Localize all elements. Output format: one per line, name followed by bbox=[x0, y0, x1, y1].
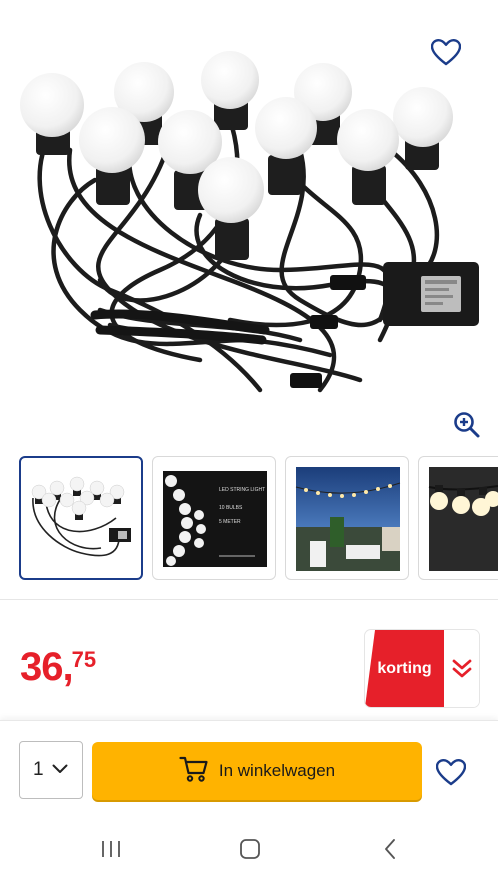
add-to-cart-button[interactable]: In winkelwagen bbox=[92, 742, 422, 800]
product-page: LED STRING LIGHT 10 BULBS 5 METER 36 , 7… bbox=[0, 0, 498, 876]
price: 36 , 75 bbox=[20, 647, 96, 687]
section-divider bbox=[0, 599, 498, 600]
thumbnail-1[interactable] bbox=[19, 456, 143, 580]
system-navigation-bar bbox=[0, 820, 498, 876]
shopping-cart-icon bbox=[179, 756, 209, 787]
thumbnail-4[interactable] bbox=[418, 456, 498, 580]
thumb-text-1: LED STRING LIGHT bbox=[219, 487, 265, 493]
sticky-cart-bar: 1 In winkelwagen bbox=[0, 720, 498, 820]
back-icon[interactable] bbox=[370, 834, 410, 864]
korting-label: korting bbox=[365, 630, 444, 707]
product-image-area bbox=[0, 0, 498, 445]
price-cents: 75 bbox=[71, 647, 97, 672]
thumbnail-strip: LED STRING LIGHT 10 BULBS 5 METER bbox=[0, 456, 498, 582]
home-icon[interactable] bbox=[230, 834, 270, 864]
wishlist-heart-icon[interactable] bbox=[428, 34, 464, 70]
power-adapter bbox=[383, 262, 479, 326]
double-chevron-down-icon bbox=[444, 630, 479, 707]
thumb-text-2: 10 BULBS bbox=[219, 505, 243, 511]
add-to-cart-label: In winkelwagen bbox=[218, 761, 336, 780]
thumbnail-3[interactable] bbox=[285, 456, 409, 580]
price-euros: 36 bbox=[20, 645, 63, 689]
chevron-down-icon bbox=[52, 761, 68, 779]
thumb-text-3: 5 METER bbox=[219, 519, 241, 525]
zoom-in-icon[interactable] bbox=[452, 410, 482, 440]
quantity-value: 1 bbox=[33, 759, 44, 780]
quantity-select[interactable]: 1 bbox=[19, 741, 83, 799]
korting-button[interactable]: korting bbox=[365, 630, 479, 707]
recent-apps-icon[interactable] bbox=[91, 834, 131, 864]
wishlist-heart-icon-bottom[interactable] bbox=[433, 754, 469, 790]
thumbnail-2[interactable]: LED STRING LIGHT 10 BULBS 5 METER bbox=[152, 456, 276, 580]
product-image[interactable] bbox=[0, 40, 498, 410]
